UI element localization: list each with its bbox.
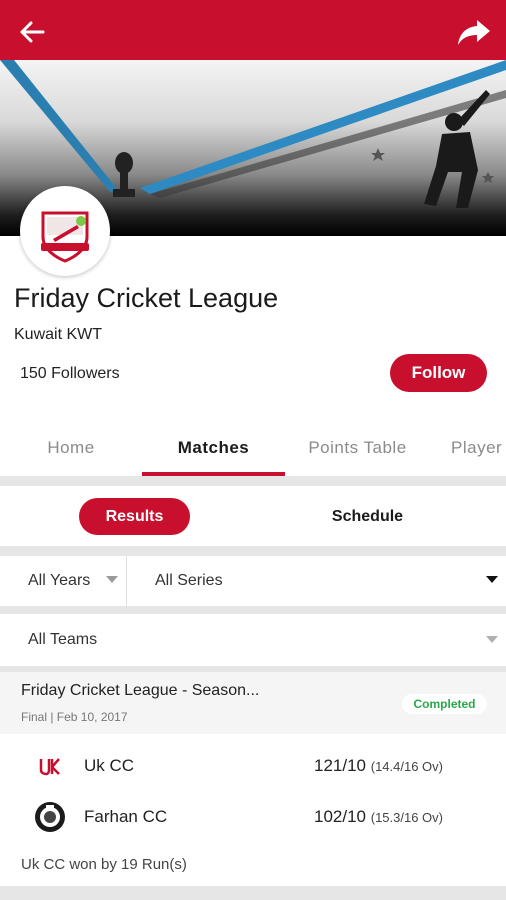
- years-filter-value: All Years: [28, 572, 91, 589]
- league-title: Friday Cricket League: [14, 283, 279, 313]
- section-divider: [0, 546, 506, 556]
- match-result: Uk CC won by 19 Run(s): [21, 856, 187, 873]
- series-filter-value: All Series: [155, 572, 223, 589]
- teams-filter-value: All Teams: [28, 631, 98, 648]
- filter-divider: [126, 556, 127, 606]
- caret-down-icon: [106, 576, 118, 583]
- followers-count: 150 Followers: [20, 365, 120, 382]
- caret-down-icon: [486, 576, 498, 583]
- app-bar: [0, 0, 506, 60]
- match-title: Friday Cricket League - Season...: [21, 682, 260, 699]
- tab-matches[interactable]: Matches: [142, 420, 285, 476]
- farhan-cc-logo-icon: [35, 802, 65, 832]
- back-button[interactable]: [14, 14, 50, 50]
- league-logo: [20, 186, 110, 276]
- series-filter[interactable]: All Series: [155, 556, 495, 606]
- team-score: 121/10 (14.4/16 Ov): [314, 756, 443, 776]
- section-divider: [0, 476, 506, 486]
- match-meta: Final | Feb 10, 2017: [21, 710, 128, 724]
- team-runs: 121/10: [314, 756, 366, 775]
- team-row[interactable]: Uk CC 121/10 (14.4/16 Ov): [0, 742, 506, 790]
- team-runs: 102/10: [314, 807, 366, 826]
- teams-filter[interactable]: All Teams: [28, 614, 488, 666]
- tab-player[interactable]: Player: [430, 420, 506, 476]
- section-divider: [0, 606, 506, 614]
- results-toggle[interactable]: Results: [79, 498, 190, 535]
- uk-cc-logo-icon: [39, 758, 60, 776]
- league-location: Kuwait KWT: [14, 326, 103, 343]
- team-overs: (14.4/16 Ov): [370, 759, 443, 774]
- team-overs: (15.3/16 Ov): [370, 810, 443, 825]
- tab-points-table[interactable]: Points Table: [285, 420, 430, 476]
- follow-button[interactable]: Follow: [390, 354, 487, 392]
- team-name: Uk CC: [84, 756, 135, 775]
- status-badge: Completed: [402, 694, 487, 714]
- schedule-toggle[interactable]: Schedule: [310, 498, 425, 535]
- arrow-left-icon: [20, 21, 45, 43]
- section-divider: [0, 886, 506, 900]
- team-name: Farhan CC: [84, 807, 168, 826]
- tab-home[interactable]: Home: [0, 420, 142, 476]
- cricket-shield-logo: [41, 211, 89, 263]
- main-tabs: Home Matches Points Table Player: [0, 420, 506, 476]
- team-logo: [32, 748, 68, 784]
- team-score: 102/10 (15.3/16 Ov): [314, 807, 443, 827]
- share-button[interactable]: [454, 12, 494, 52]
- team-logo: [32, 799, 68, 835]
- share-forward-icon: [458, 20, 490, 45]
- caret-down-icon: [486, 636, 498, 643]
- team-row[interactable]: Farhan CC 102/10 (15.3/16 Ov): [0, 794, 506, 842]
